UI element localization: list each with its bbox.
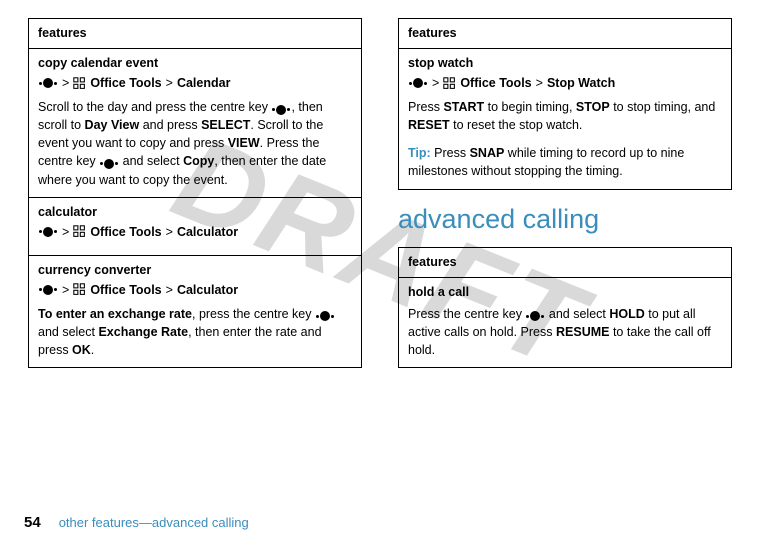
- page-number: 54: [24, 514, 41, 531]
- select-key: SELECT: [201, 118, 250, 132]
- office-tools-icon: [73, 283, 86, 296]
- copy-cal-body: Scroll to the day and press the centre k…: [38, 98, 352, 189]
- path-tools: Office Tools: [90, 283, 161, 297]
- curr-body: To enter an exchange rate, press the cen…: [38, 305, 352, 359]
- office-tools-icon: [443, 77, 456, 90]
- currency-converter: currency converter > Office Tools > Calc…: [29, 255, 361, 367]
- stopwatch-tip: Tip: Press SNAP while timing to record u…: [408, 144, 722, 180]
- path-tools: Office Tools: [90, 76, 161, 90]
- resume-key: RESUME: [556, 325, 609, 339]
- t: Press: [408, 100, 443, 114]
- centre-key-icon: [408, 78, 428, 88]
- ok-key: OK: [72, 343, 91, 357]
- right-table-bottom: features hold a call Press the centre ke…: [398, 247, 732, 368]
- t: to stop timing, and: [610, 100, 716, 114]
- t: , press the centre key: [192, 307, 315, 321]
- hold-key: HOLD: [609, 307, 644, 321]
- curr-title: currency converter: [38, 263, 352, 277]
- gt: >: [536, 76, 543, 90]
- stop-watch: stop watch > Office Tools > Stop Watch P…: [399, 48, 731, 189]
- exchange-rate: Exchange Rate: [98, 325, 188, 339]
- gt: >: [62, 225, 69, 239]
- copy-cal-path: > Office Tools > Calendar: [38, 76, 352, 90]
- copy-label: Copy: [183, 154, 214, 168]
- right-table-top: features stop watch > Office Tools > Sto…: [398, 18, 732, 190]
- t: to reset the stop watch.: [450, 118, 583, 132]
- tip-label: Tip:: [408, 146, 431, 160]
- path-dest: Calendar: [177, 76, 231, 90]
- hold-a-call: hold a call Press the centre key and sel…: [399, 277, 731, 367]
- right-header: features: [399, 19, 731, 48]
- gt: >: [62, 76, 69, 90]
- hold-header: features: [399, 248, 731, 277]
- left-column: features copy calendar event > Office To…: [28, 18, 362, 368]
- t: and select: [38, 325, 98, 339]
- copy-cal-title: copy calendar event: [38, 56, 352, 70]
- footer-text: other features—advanced calling: [59, 515, 249, 530]
- gt: >: [62, 283, 69, 297]
- path-tools: Office Tools: [460, 76, 531, 90]
- gt: >: [166, 283, 173, 297]
- calc-title: calculator: [38, 205, 352, 219]
- gt: >: [166, 76, 173, 90]
- t: Press the centre key: [408, 307, 525, 321]
- day-view: Day View: [85, 118, 140, 132]
- centre-key-icon: [99, 159, 119, 169]
- path-dest: Stop Watch: [547, 76, 615, 90]
- left-table: features copy calendar event > Office To…: [28, 18, 362, 368]
- path-dest: Calculator: [177, 225, 238, 239]
- page-footer: 54 other features—advanced calling: [0, 514, 249, 531]
- view-key: VIEW: [228, 136, 260, 150]
- t: and press: [139, 118, 201, 132]
- path-tools: Office Tools: [90, 225, 161, 239]
- t: .: [91, 343, 94, 357]
- gt: >: [432, 76, 439, 90]
- centre-key-icon: [315, 311, 335, 321]
- start-key: START: [443, 100, 484, 114]
- reset-key: RESET: [408, 118, 450, 132]
- t: Scroll to the day and press the centre k…: [38, 100, 271, 114]
- snap-key: SNAP: [470, 146, 505, 160]
- curr-lead: To enter an exchange rate: [38, 307, 192, 321]
- advanced-calling-heading: advanced calling: [398, 204, 732, 235]
- t: Press: [431, 146, 470, 160]
- stopwatch-body: Press START to begin timing, STOP to sto…: [408, 98, 722, 134]
- centre-key-icon: [38, 285, 58, 295]
- hold-title: hold a call: [408, 285, 722, 299]
- right-column: features stop watch > Office Tools > Sto…: [398, 18, 732, 368]
- left-header: features: [29, 19, 361, 48]
- calc-path: > Office Tools > Calculator: [38, 225, 352, 239]
- centre-key-icon: [271, 105, 291, 115]
- gt: >: [166, 225, 173, 239]
- stopwatch-title: stop watch: [408, 56, 722, 70]
- t: and select: [119, 154, 183, 168]
- office-tools-icon: [73, 77, 86, 90]
- centre-key-icon: [38, 227, 58, 237]
- office-tools-icon: [73, 225, 86, 238]
- copy-calendar-event: copy calendar event > Office Tools > Cal…: [29, 48, 361, 197]
- stopwatch-path: > Office Tools > Stop Watch: [408, 76, 722, 90]
- path-dest: Calculator: [177, 283, 238, 297]
- stop-key: STOP: [576, 100, 610, 114]
- calculator: calculator > Office Tools > Calculator: [29, 197, 361, 255]
- t: and select: [545, 307, 609, 321]
- curr-path: > Office Tools > Calculator: [38, 283, 352, 297]
- t: to begin timing,: [484, 100, 576, 114]
- centre-key-icon: [525, 311, 545, 321]
- hold-body: Press the centre key and select HOLD to …: [408, 305, 722, 359]
- centre-key-icon: [38, 78, 58, 88]
